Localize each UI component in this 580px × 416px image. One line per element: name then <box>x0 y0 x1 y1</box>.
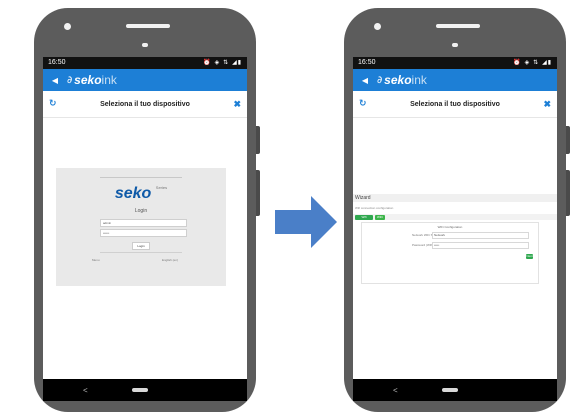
password-field[interactable]: •••••• <box>100 229 187 237</box>
status-bar: 16:50 ⏰ ◈ ⇅ ◢▮ <box>43 57 247 69</box>
language-selector[interactable]: English (en) <box>162 258 178 262</box>
status-bar: 16:50 ⏰ ◈ ⇅ ◢▮ <box>353 57 557 69</box>
wizard-form: WiFi Configuration Network WiFi SSID Net… <box>361 222 539 284</box>
nav-home-pill-icon[interactable] <box>441 388 458 392</box>
logo-swirl-icon: ∂ <box>377 74 383 86</box>
next-button[interactable]: Next <box>526 254 533 259</box>
app-bar: ◀ ∂ seko ink <box>353 69 557 91</box>
tab-wifi-connection[interactable]: Wifi connection <box>355 215 373 224</box>
wizard-tabs: Wifi connection WiFi <box>353 214 557 224</box>
menu-link[interactable]: Menu <box>92 258 100 262</box>
wifi-password-field[interactable]: ••••• <box>432 242 529 249</box>
android-nav-bar: < <box>43 379 247 401</box>
nav-back-icon[interactable]: < <box>83 386 88 395</box>
app-bar: ◀ ∂ seko ink <box>43 69 247 91</box>
power-button <box>566 170 570 216</box>
webview-content: Wizard Wifi connection configuration Wif… <box>353 118 557 379</box>
close-icon[interactable]: ✖ <box>233 99 241 110</box>
refresh-icon[interactable]: ↻ <box>359 99 367 109</box>
form-title: WiFi Configuration <box>437 225 463 229</box>
dialog-title: Seleziona il tuo dispositivo <box>100 100 190 108</box>
username-field[interactable]: admin <box>100 219 187 227</box>
login-button[interactable]: Login <box>132 242 150 250</box>
phone-right: 16:50 ⏰ ◈ ⇅ ◢▮ ◀ ∂ seko ink ↻ Seleziona i… <box>344 8 570 412</box>
close-icon[interactable]: ✖ <box>543 99 551 110</box>
tab-wifi[interactable]: WiFi <box>375 215 385 220</box>
android-nav-bar: < <box>353 379 557 401</box>
earpiece-speaker <box>436 24 480 28</box>
proximity-sensor <box>452 43 458 47</box>
nav-back-icon[interactable]: < <box>393 386 398 395</box>
sekoink-logo: ∂ seko ink <box>377 73 427 87</box>
proximity-sensor <box>142 43 148 47</box>
back-arrow-icon[interactable]: ◀ <box>43 76 67 85</box>
status-time: 16:50 <box>358 59 376 66</box>
logo-swirl-icon: ∂ <box>67 74 73 86</box>
dialog-title: Seleziona il tuo dispositivo <box>410 100 500 108</box>
login-panel: seko Series Login admin •••••• Login Men… <box>56 168 226 286</box>
nav-home-pill-icon[interactable] <box>131 388 148 392</box>
sekoink-logo: ∂ seko ink <box>67 73 117 87</box>
divider <box>100 177 182 178</box>
earpiece-speaker <box>126 24 170 28</box>
login-title: Login <box>134 208 148 214</box>
ssid-field[interactable]: Network <box>432 232 529 239</box>
webview-content: seko Series Login admin •••••• Login Men… <box>43 118 247 379</box>
volume-button <box>566 126 570 154</box>
power-button <box>256 170 260 216</box>
wizard-header: Wizard <box>353 194 557 202</box>
phone-screen: 16:50 ⏰ ◈ ⇅ ◢▮ ◀ ∂ seko ink ↻ Seleziona i… <box>43 57 247 401</box>
back-arrow-icon[interactable]: ◀ <box>353 76 377 85</box>
transition-arrow-icon <box>275 196 337 248</box>
wizard-subtitle: Wifi connection configuration <box>355 206 394 210</box>
divider <box>100 252 182 253</box>
dialog-titlebar: ↻ Seleziona il tuo dispositivo ✖ <box>43 91 247 118</box>
status-time: 16:50 <box>48 59 66 66</box>
dialog-titlebar: ↻ Seleziona il tuo dispositivo ✖ <box>353 91 557 118</box>
status-icons: ⏰ ◈ ⇅ ◢▮ <box>513 59 552 66</box>
phone-left: 16:50 ⏰ ◈ ⇅ ◢▮ ◀ ∂ seko ink ↻ Seleziona i… <box>34 8 260 412</box>
seko-brand-logo: seko Series <box>114 185 168 202</box>
front-camera <box>64 23 71 30</box>
front-camera <box>374 23 381 30</box>
phone-screen: 16:50 ⏰ ◈ ⇅ ◢▮ ◀ ∂ seko ink ↻ Seleziona i… <box>353 57 557 401</box>
refresh-icon[interactable]: ↻ <box>49 99 57 109</box>
volume-button <box>256 126 260 154</box>
status-icons: ⏰ ◈ ⇅ ◢▮ <box>203 59 242 66</box>
